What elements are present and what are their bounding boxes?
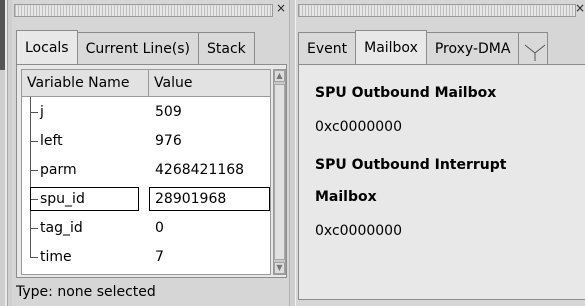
vertical-scrollbar[interactable]: ▲ ▼ <box>273 69 286 275</box>
name-cell: left <box>22 126 149 155</box>
variables-tree: Variable Name Value j 509 left 976 parm … <box>21 69 271 275</box>
scrollbar-thumb[interactable] <box>274 84 285 260</box>
tree-branch <box>30 169 38 171</box>
outbound-mailbox-value: 0xc0000000 <box>315 119 402 135</box>
variable-name: time <box>40 248 72 265</box>
column-header-variable-name[interactable]: Variable Name <box>22 70 149 96</box>
close-icon[interactable]: × <box>275 1 287 15</box>
name-cell: time <box>22 242 149 271</box>
tree-branch <box>30 140 38 142</box>
variable-value: 976 <box>155 132 182 149</box>
pane-splitter[interactable] <box>289 0 296 306</box>
name-cell: tag_id <box>22 213 149 242</box>
tree-row-tag-id[interactable]: tag_id 0 <box>22 213 270 242</box>
window-left-edge <box>0 0 12 306</box>
locals-frame: Variable Name Value j 509 left 976 parm … <box>16 64 287 278</box>
spu-info-pane: × Event Mailbox Proxy-DMA SPU Outbound M… <box>296 0 585 306</box>
tree-branch <box>30 256 38 258</box>
tree-row-left[interactable]: left 976 <box>22 126 270 155</box>
variable-name: tag_id <box>40 219 83 236</box>
name-cell: j <box>22 97 149 126</box>
tab-proxy-dma[interactable]: Proxy-DMA <box>425 32 520 64</box>
tab-locals[interactable]: Locals <box>16 30 78 64</box>
interrupt-mailbox-title-line1: SPU Outbound Interrupt <box>315 157 507 173</box>
spu-tabs: Event Mailbox Proxy-DMA <box>298 30 549 64</box>
pane-drag-handle[interactable] <box>298 4 576 17</box>
variable-value: 0 <box>155 219 164 236</box>
tree-header: Variable Name Value <box>22 70 270 97</box>
tree-row-j[interactable]: j 509 <box>22 97 270 126</box>
tab-event[interactable]: Event <box>298 32 357 64</box>
variable-name: j <box>40 103 44 120</box>
scroll-down-arrow-icon[interactable]: ▼ <box>274 262 285 274</box>
tab-current-lines[interactable]: Current Line(s) <box>76 32 200 64</box>
variable-value: 4268421168 <box>155 161 245 178</box>
interrupt-mailbox-value: 0xc0000000 <box>315 223 402 239</box>
tree-branch <box>30 227 38 229</box>
name-cell: parm <box>22 155 149 184</box>
edge-highlight <box>5 0 8 306</box>
variable-value: 7 <box>155 248 164 265</box>
column-header-value[interactable]: Value <box>149 70 270 96</box>
variable-value: 509 <box>155 103 182 120</box>
tree-row-parm[interactable]: parm 4268421168 <box>22 155 270 184</box>
variable-name: left <box>40 132 63 149</box>
tree-row-spu-id[interactable]: spu_id 28901968 <box>22 184 270 213</box>
close-icon[interactable]: × <box>574 1 585 15</box>
tab-overflow-arrows <box>525 44 546 61</box>
tab-overflow-icon[interactable] <box>518 32 549 64</box>
variables-pane: × Locals Current Line(s) Stack Variable … <box>12 0 289 306</box>
type-status: Type: none selected <box>16 284 156 300</box>
interrupt-mailbox-title-line2: Mailbox <box>315 189 377 205</box>
scroll-up-arrow-icon[interactable]: ▲ <box>274 70 285 82</box>
mailbox-frame: SPU Outbound Mailbox 0xc0000000 SPU Outb… <box>298 64 585 300</box>
name-cell: spu_id <box>22 184 149 213</box>
variable-name: parm <box>40 161 77 178</box>
outbound-mailbox-title: SPU Outbound Mailbox <box>315 85 497 101</box>
focus-box <box>30 187 139 211</box>
variable-value: 28901968 <box>149 186 270 211</box>
tree-branch <box>30 111 38 113</box>
variables-tabs: Locals Current Line(s) Stack <box>16 30 255 64</box>
pane-drag-handle[interactable] <box>14 4 273 17</box>
tab-stack[interactable]: Stack <box>198 32 255 64</box>
tab-mailbox[interactable]: Mailbox <box>355 30 427 64</box>
tree-row-time[interactable]: time 7 <box>22 242 270 271</box>
tree-line <box>30 242 31 257</box>
